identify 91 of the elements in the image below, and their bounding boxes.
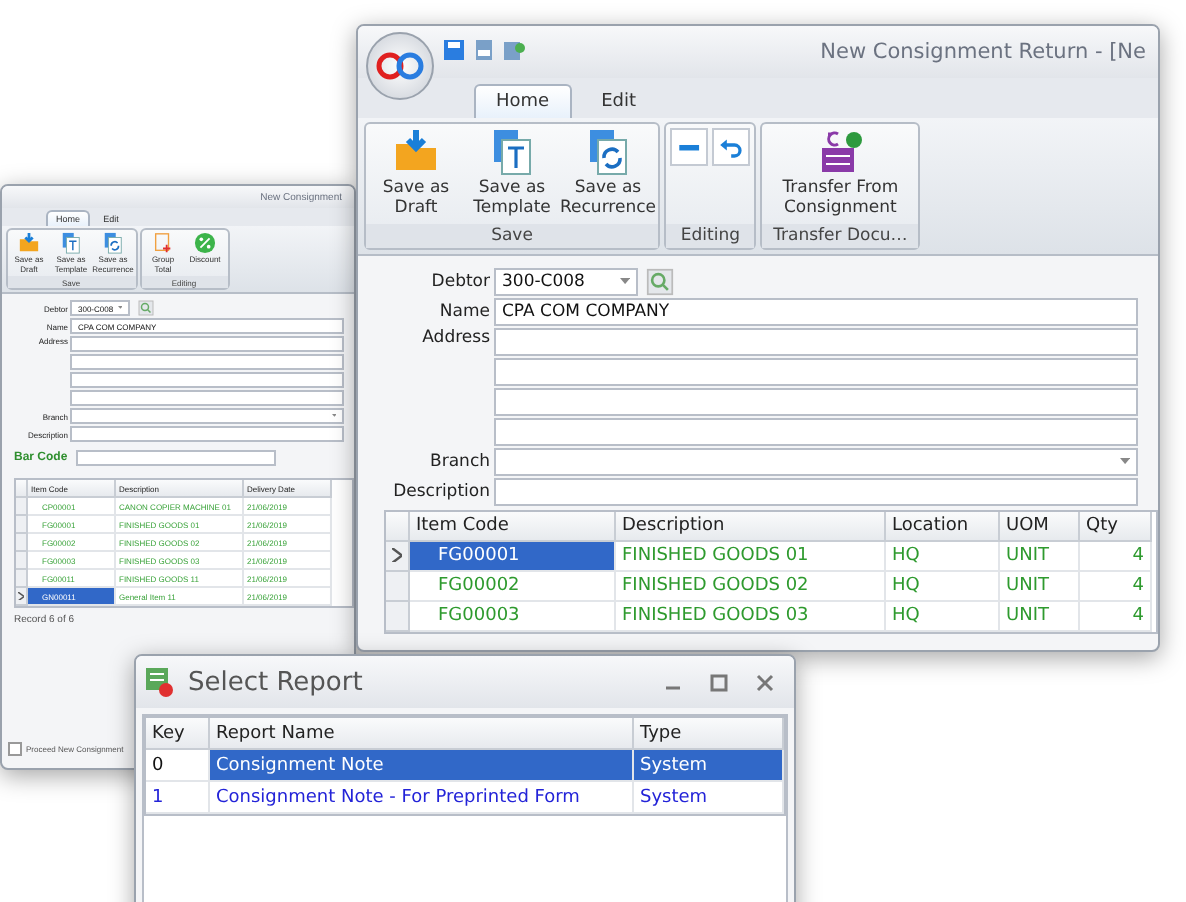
ribbon-button[interactable]: Save as Template [466,128,558,220]
table-cell: 4 [1080,541,1152,572]
ribbon-group-label: Editing [666,223,755,248]
address-field[interactable] [70,390,344,407]
table-cell: 1 [146,782,210,814]
report-icon [144,666,176,698]
address-field[interactable] [494,357,1138,386]
column-header: Report Name [210,718,634,750]
search-icon[interactable] [646,267,674,296]
ribbon-group-label: Transfer Docu… [762,223,918,248]
folder-download-icon [18,232,40,254]
table-cell: HQ [886,571,1000,602]
ribbon-tab[interactable]: Edit [579,84,659,118]
grid-corner [16,480,28,499]
dropdown-caret-icon[interactable] [1119,458,1130,465]
dropdown-caret-icon[interactable] [619,278,630,285]
column-header: Item Code [410,511,616,542]
description-field[interactable] [70,426,344,443]
field-label: Description [391,481,490,502]
table-cell: System [634,750,784,782]
table-cell: FINISHED GOODS 01 [616,541,886,572]
field-label: Address [420,327,490,348]
ribbon-button[interactable]: Save as Draft [370,128,462,220]
field-label: Branch [428,451,490,472]
table-cell[interactable]: Consignment Note [210,750,634,782]
row-indicator[interactable] [16,588,28,607]
grid-corner [386,511,410,542]
bar-code-field[interactable] [75,450,276,467]
column-header: Description [616,511,886,542]
table-cell: 4 [1080,601,1152,632]
document-t-icon [488,128,536,176]
address-field[interactable] [70,372,344,389]
close-icon[interactable] [756,673,774,691]
checkbox[interactable] [8,742,22,756]
dialog-title: Select Report [188,667,363,697]
column-header: Qty [1080,511,1152,542]
folder-download-icon [392,128,440,176]
percent-icon [194,232,216,254]
table-cell[interactable]: FG00002 [410,571,616,602]
maximize-icon[interactable] [710,673,728,691]
document-t-icon [60,232,82,254]
table-cell: UNIT [1000,571,1080,602]
ribbon-button[interactable] [712,128,751,167]
table-cell: 0 [146,750,210,782]
column-header: UOM [1000,511,1080,542]
table-cell: HQ [886,601,1000,632]
row-pointer-icon [18,591,24,601]
table-cell[interactable]: FG00001 [410,541,616,572]
table-cell: FINISHED GOODS 03 [616,601,886,632]
column-header: Key [146,718,210,750]
table-cell: FINISHED GOODS 02 [616,571,886,602]
table-cell[interactable]: FG00003 [410,601,616,632]
address-field[interactable] [70,354,344,371]
column-header: Location [886,511,1000,542]
ribbon-tab[interactable]: Home [474,84,572,118]
table-cell: 4 [1080,571,1152,602]
window-title: New Consignment Return - [Ne [820,40,1146,64]
branch-dropdown[interactable] [494,447,1138,476]
document-refresh-icon [584,128,632,176]
ribbon-button[interactable]: Save as Recurrence [562,128,654,220]
transfer-document-icon [816,128,865,176]
row-indicator[interactable] [386,541,410,572]
dropdown-caret-icon[interactable] [117,306,122,310]
table-cell: System [634,782,784,814]
table-cell[interactable]: Consignment Note - For Preprinted Form [210,782,634,814]
row-pointer-icon [392,547,402,563]
table-cell: UNIT [1000,601,1080,632]
print-icon[interactable] [472,38,496,62]
dropdown-caret-icon[interactable] [331,414,336,418]
table-cell: UNIT [1000,541,1080,572]
branch-dropdown[interactable] [70,408,344,425]
address-field[interactable] [70,336,344,353]
field-label: Debtor [429,271,490,292]
document-plus-icon [152,232,174,254]
ribbon-button[interactable]: Transfer From Consignment [766,128,914,220]
column-header: Type [634,718,784,750]
address-field[interactable] [494,417,1138,446]
field-label: Name [437,301,490,322]
document-refresh-icon [102,232,124,254]
save-icon[interactable] [442,38,466,62]
search-icon[interactable] [138,300,154,317]
name-field[interactable]: CPA COM COMPANY [494,297,1138,326]
preview-icon[interactable] [502,38,526,62]
ribbon-group-label: Save [366,223,658,248]
description-field[interactable] [494,477,1138,506]
debtor-dropdown[interactable]: 300-C008 [494,267,638,296]
ribbon-button[interactable] [670,128,709,167]
address-field[interactable] [494,387,1138,416]
table-cell: HQ [886,541,1000,572]
address-field[interactable] [494,327,1138,356]
undo-icon [718,134,745,161]
